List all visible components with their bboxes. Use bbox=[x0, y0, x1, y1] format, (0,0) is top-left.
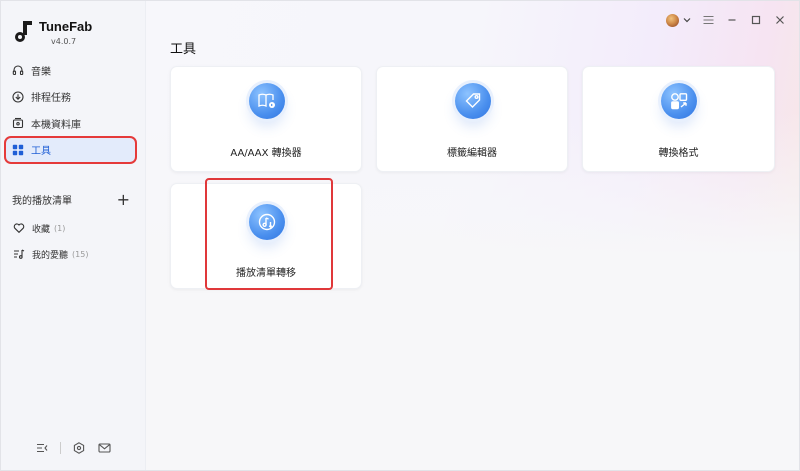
format-convert-icon bbox=[661, 83, 697, 119]
playlist-count: (15) bbox=[72, 249, 89, 259]
app-version: v4.0.7 bbox=[51, 37, 77, 46]
maximize-icon[interactable] bbox=[749, 13, 763, 27]
sidebar-item-label: 工具 bbox=[31, 146, 51, 157]
sidebar-item-label: 音樂 bbox=[31, 66, 51, 78]
tunefab-logo-icon bbox=[15, 21, 33, 43]
minimize-icon[interactable] bbox=[725, 13, 739, 27]
tool-card-tag-editor[interactable]: 標籤編輯器 bbox=[376, 66, 568, 172]
playlist-count: (1) bbox=[54, 223, 66, 233]
playlist-item-favorites[interactable]: 收藏 (1) bbox=[5, 215, 136, 241]
collapse-sidebar-icon[interactable] bbox=[35, 441, 49, 455]
page-title: 工具 bbox=[170, 42, 197, 57]
tool-label: AA/AAX 轉換器 bbox=[230, 148, 302, 159]
sidebar-item-local-library[interactable]: 本機資料庫 bbox=[5, 110, 136, 136]
sidebar-item-music[interactable]: 音樂 bbox=[5, 57, 136, 83]
tool-card-playlist-transfer[interactable]: 播放清單轉移 bbox=[170, 183, 362, 289]
playlist-label: 我的愛聽 bbox=[32, 250, 69, 261]
tag-icon bbox=[455, 83, 491, 119]
sidebar-nav: 音樂 排程任務 本機資料庫 工具 bbox=[4, 57, 137, 164]
avatar[interactable] bbox=[666, 13, 679, 27]
sidebar-item-scheduled-tasks[interactable]: 排程任務 bbox=[5, 84, 136, 110]
download-circle-icon bbox=[12, 90, 24, 103]
sidebar-item-label: 本機資料庫 bbox=[31, 119, 81, 131]
sidebar-item-label: 排程任務 bbox=[31, 93, 71, 104]
tool-label: 轉換格式 bbox=[658, 148, 699, 159]
mail-icon[interactable] bbox=[97, 441, 111, 455]
grid-icon bbox=[12, 144, 24, 156]
tool-label: 播放清單轉移 bbox=[236, 268, 296, 279]
playlists-header-label: 我的播放清單 bbox=[12, 196, 72, 207]
tool-card-aa-aax-converter[interactable]: AA/AAX 轉換器 bbox=[170, 66, 362, 172]
add-playlist-button[interactable]: + bbox=[117, 191, 130, 207]
close-icon[interactable] bbox=[773, 13, 787, 27]
sidebar: TuneFab v4.0.7 音樂 排程任務 本機資料庫 工具 我的播放清單 +… bbox=[1, 1, 146, 470]
chevron-down-icon[interactable] bbox=[683, 16, 691, 24]
sidebar-footer bbox=[35, 441, 111, 455]
divider bbox=[60, 442, 61, 454]
tool-label: 標籤編輯器 bbox=[447, 148, 497, 159]
app-name: TuneFab bbox=[39, 19, 93, 34]
playlists-header: 我的播放清單 + bbox=[12, 191, 130, 207]
book-convert-icon bbox=[249, 83, 285, 119]
heart-icon bbox=[13, 222, 25, 234]
playlist-list: 收藏 (1) 我的愛聽 (15) bbox=[5, 215, 136, 267]
app-window: TuneFab v4.0.7 音樂 排程任務 本機資料庫 工具 我的播放清單 +… bbox=[0, 0, 800, 471]
main-content: 工具 AA/AAX 轉換器 標籤編輯器 轉換格式 播放清單轉移 bbox=[146, 1, 799, 470]
headphones-icon bbox=[12, 64, 24, 76]
playlist-label: 收藏 bbox=[32, 224, 51, 235]
playlist-transfer-icon bbox=[249, 204, 285, 240]
playlist-item-my-favorites[interactable]: 我的愛聽 (15) bbox=[5, 241, 136, 267]
menu-icon[interactable] bbox=[701, 13, 715, 27]
app-logo: TuneFab v4.0.7 bbox=[15, 19, 92, 46]
settings-hex-icon[interactable] bbox=[72, 441, 86, 455]
music-list-icon bbox=[13, 248, 25, 260]
tool-card-format-converter[interactable]: 轉換格式 bbox=[582, 66, 775, 172]
library-icon bbox=[12, 117, 24, 129]
sidebar-item-tools[interactable]: 工具 bbox=[4, 135, 137, 164]
window-controls bbox=[666, 13, 787, 27]
